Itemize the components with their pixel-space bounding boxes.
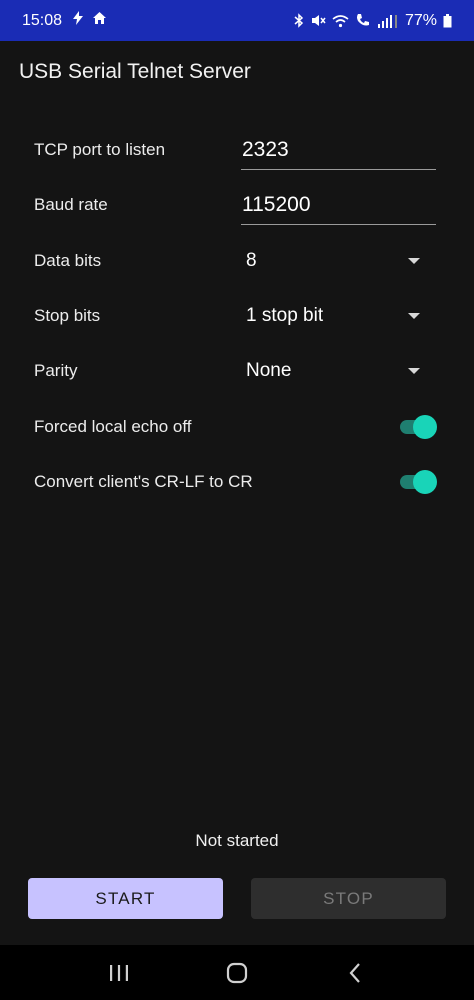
- baud-rate-input[interactable]: [241, 185, 436, 224]
- tcp-port-row: TCP port to listen: [34, 130, 436, 170]
- stop-bits-label: Stop bits: [34, 306, 101, 325]
- baud-rate-row: Baud rate: [34, 185, 436, 225]
- baud-rate-label: Baud rate: [34, 195, 108, 214]
- data-bits-row: Data bits 8: [34, 241, 436, 281]
- parity-label: Parity: [34, 361, 78, 380]
- dropdown-arrow-icon: [408, 313, 420, 319]
- bluetooth-icon: [294, 13, 304, 28]
- start-button[interactable]: START: [28, 878, 223, 919]
- data-bits-value: 8: [246, 250, 257, 271]
- clock: 15:08: [22, 11, 63, 29]
- parity-value: None: [246, 360, 292, 381]
- mute-icon: [310, 13, 326, 28]
- crlf-toggle[interactable]: [400, 470, 437, 494]
- toggle-thumb: [413, 470, 437, 494]
- status-bar: 15:08 77%: [0, 0, 474, 41]
- navigation-bar: [0, 945, 474, 1000]
- tcp-port-field: [241, 130, 436, 170]
- flash-icon: [72, 11, 84, 30]
- home-button[interactable]: [217, 953, 257, 993]
- stop-button[interactable]: STOP: [251, 878, 446, 919]
- recent-apps-icon: [110, 964, 128, 981]
- baud-rate-field: [241, 185, 436, 225]
- crlf-label: Convert client's CR-LF to CR: [34, 472, 253, 491]
- stop-bits-value: 1 stop bit: [246, 305, 324, 326]
- crlf-row: Convert client's CR-LF to CR: [34, 462, 437, 502]
- echo-off-row: Forced local echo off: [34, 407, 437, 447]
- wifi-icon: [332, 14, 349, 28]
- recent-apps-button[interactable]: [99, 953, 139, 993]
- echo-off-label: Forced local echo off: [34, 417, 192, 436]
- tcp-port-input[interactable]: [241, 130, 436, 169]
- tcp-port-label: TCP port to listen: [34, 140, 166, 159]
- home-circle-icon: [226, 962, 248, 983]
- battery-percent: 77%: [404, 11, 437, 29]
- app-surface: USB Serial Telnet Server TCP port to lis…: [0, 41, 474, 945]
- parity-row: Parity None: [34, 351, 436, 391]
- back-icon: [349, 962, 360, 983]
- call-icon: [355, 13, 371, 28]
- echo-off-toggle[interactable]: [400, 415, 437, 439]
- toggle-thumb: [413, 415, 437, 439]
- parity-dropdown[interactable]: None: [246, 351, 436, 391]
- data-bits-label: Data bits: [34, 251, 102, 270]
- signal-icon: [377, 14, 399, 28]
- app-title: USB Serial Telnet Server: [19, 60, 251, 83]
- data-bits-dropdown[interactable]: 8: [246, 241, 436, 281]
- server-status: Not started: [195, 831, 279, 850]
- back-button[interactable]: [335, 953, 375, 993]
- dropdown-arrow-icon: [408, 368, 420, 374]
- home-icon: [92, 11, 107, 30]
- dropdown-arrow-icon: [408, 258, 420, 264]
- battery-icon: [443, 13, 452, 28]
- stop-bits-row: Stop bits 1 stop bit: [34, 296, 436, 336]
- stop-bits-dropdown[interactable]: 1 stop bit: [246, 296, 436, 336]
